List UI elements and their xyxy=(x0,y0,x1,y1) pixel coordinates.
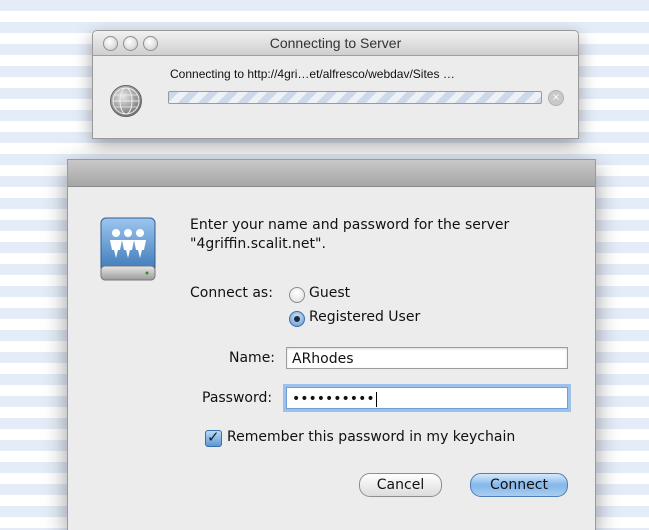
dialog-message: Enter your name and password for the ser… xyxy=(190,216,560,254)
connecting-progress-window: Connecting to Server Connecting to http:… xyxy=(92,30,579,139)
message-line-2: "4griffin.scalit.net". xyxy=(190,236,326,252)
remember-keychain-checkbox[interactable] xyxy=(205,428,222,447)
connect-as-label: Connect as: xyxy=(190,285,273,301)
connect-button[interactable]: Connect xyxy=(470,473,568,497)
connection-status-text: Connecting to http://4gri…et/alfresco/we… xyxy=(170,67,455,81)
password-label: Password: xyxy=(202,390,273,406)
name-label: Name: xyxy=(229,350,276,366)
window-title: Connecting to Server xyxy=(269,35,402,51)
cancel-button[interactable]: Cancel xyxy=(359,473,442,497)
network-server-icon xyxy=(100,217,156,281)
registered-user-radio[interactable] xyxy=(289,311,305,327)
server-login-dialog: Enter your name and password for the ser… xyxy=(67,159,596,530)
password-field[interactable]: •••••••••• xyxy=(286,387,568,409)
message-line-1: Enter your name and password for the ser… xyxy=(190,217,510,233)
remember-keychain-label[interactable]: Remember this password in my keychain xyxy=(227,429,515,445)
connection-progress-bar xyxy=(168,91,542,104)
sheet-title-bar xyxy=(68,160,595,187)
title-bar: Connecting to Server xyxy=(93,31,578,56)
guest-radio[interactable] xyxy=(289,287,305,303)
name-field[interactable]: ARhodes xyxy=(286,347,568,369)
password-value: •••••••••• xyxy=(292,391,375,407)
registered-user-radio-label[interactable]: Registered User xyxy=(309,309,420,325)
stop-icon[interactable]: × xyxy=(548,90,564,106)
text-caret xyxy=(375,391,377,407)
guest-radio-label[interactable]: Guest xyxy=(309,285,350,301)
globe-icon xyxy=(110,85,142,117)
